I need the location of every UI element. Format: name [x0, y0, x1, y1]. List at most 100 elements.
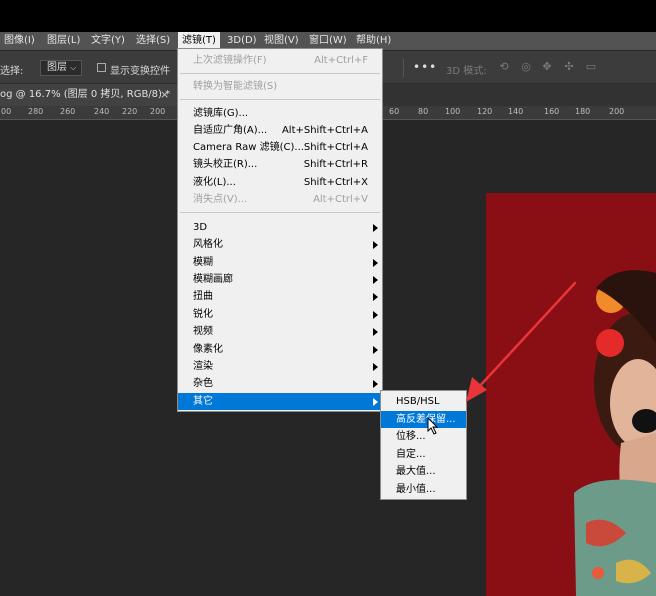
chevron-right-icon: [373, 293, 378, 301]
ruler-tick-label: 240: [94, 107, 110, 116]
drag-3d-icon[interactable]: ✥: [541, 61, 553, 73]
options-divider: [403, 59, 404, 77]
menu-item-shortcut: Alt+Shift+Ctrl+A: [281, 125, 368, 136]
menu-item-sharpen[interactable]: 锐化: [178, 306, 382, 323]
submenu-item-maximum[interactable]: 最大值...: [381, 463, 466, 480]
ruler-tick-label: 260: [60, 107, 76, 116]
menu-item-shortcut: Alt+Ctrl+F: [314, 55, 368, 66]
ruler-tick-label: 140: [508, 107, 524, 116]
menu-item-shortcut: Shift+Ctrl+A: [303, 142, 368, 153]
close-icon[interactable]: ×: [160, 88, 169, 101]
menu-item-label: 镜头校正(R)...: [193, 159, 258, 170]
chevron-right-icon: [373, 224, 378, 232]
menu-item-label: 消失点(V)...: [193, 194, 248, 205]
menu-item-blur[interactable]: 模糊: [178, 254, 382, 271]
ruler-tick-label: 200: [609, 107, 625, 116]
menu-item-label: HSB/HSL: [396, 396, 440, 407]
menu-item-label: 模糊画廊: [193, 274, 233, 285]
ruler-tick-label: 200: [150, 107, 166, 116]
menu-layer[interactable]: 图层(L): [47, 32, 80, 50]
menu-item-noise[interactable]: 杂色: [178, 375, 382, 392]
window-top-strip: [0, 0, 656, 32]
menu-select[interactable]: 选择(S): [136, 32, 170, 50]
menu-item-video[interactable]: 视频: [178, 323, 382, 340]
menu-item-label: 自定...: [396, 449, 426, 460]
menu-separator: [180, 73, 380, 74]
menu-type[interactable]: 文字(Y): [91, 32, 125, 50]
menu-item-filter-gallery[interactable]: 滤镜库(G)...: [178, 105, 382, 122]
menu-item-3d[interactable]: 3D: [178, 219, 382, 236]
menu-item-liquify[interactable]: 液化(L)... Shift+Ctrl+X: [178, 174, 382, 191]
other-submenu: HSB/HSL 高反差保留... 位移... 自定... 最大值... 最小值.…: [380, 390, 467, 500]
menu-item-label: 上次滤镜操作(F): [193, 55, 267, 66]
ruler-tick-label: 00: [1, 107, 12, 116]
menu-item-label: 其它: [193, 396, 213, 407]
mode-3d-label: 3D 模式:: [446, 66, 487, 77]
show-transform-checkbox[interactable]: [97, 63, 106, 72]
menu-item-label: 最大值...: [396, 466, 436, 477]
submenu-item-hsb-hsl[interactable]: HSB/HSL: [381, 393, 466, 410]
menu-item-other[interactable]: 其它: [178, 393, 382, 410]
chevron-right-icon: [373, 241, 378, 249]
orbit-3d-icon[interactable]: ⟲: [498, 61, 510, 73]
menu-item-shortcut: Shift+Ctrl+X: [303, 177, 368, 188]
chevron-down-icon: ⌵: [70, 63, 77, 72]
portrait-photo: [486, 193, 656, 596]
menu-item-distort[interactable]: 扭曲: [178, 288, 382, 305]
menu-item-adaptive-wide-angle[interactable]: 自适应广角(A)... Alt+Shift+Ctrl+A: [178, 122, 382, 139]
ruler-tick-label: 60: [389, 107, 400, 116]
menu-item-convert-smart-filter[interactable]: 转换为智能滤镜(S): [178, 78, 382, 95]
slide-3d-icon[interactable]: ✣: [563, 61, 575, 73]
menu-item-blur-gallery[interactable]: 模糊画廊: [178, 271, 382, 288]
ruler-tick-label: 100: [445, 107, 461, 116]
menu-item-label: 3D: [193, 222, 208, 233]
submenu-item-offset[interactable]: 位移...: [381, 428, 466, 445]
auto-select-dropdown[interactable]: 图层 ⌵: [40, 60, 82, 76]
chevron-right-icon: [373, 346, 378, 354]
auto-select-label: 选择:: [0, 66, 24, 77]
chevron-right-icon: [373, 259, 378, 267]
menu-item-lens-correction[interactable]: 镜头校正(R)... Shift+Ctrl+R: [178, 156, 382, 173]
menu-item-label: 渲染: [193, 361, 213, 372]
menu-item-label: 模糊: [193, 257, 213, 268]
menu-item-label: 杂色: [193, 378, 213, 389]
ruler-tick-label: 220: [122, 107, 138, 116]
menu-item-camera-raw[interactable]: Camera Raw 滤镜(C)... Shift+Ctrl+A: [178, 139, 382, 156]
menu-separator: [180, 99, 380, 100]
menu-item-label: Camera Raw 滤镜(C)...: [193, 142, 304, 153]
menu-item-stylize[interactable]: 风格化: [178, 236, 382, 253]
filter-menu: 上次滤镜操作(F) Alt+Ctrl+F 转换为智能滤镜(S) 滤镜库(G)..…: [177, 48, 383, 412]
chevron-right-icon: [373, 311, 378, 319]
menu-separator: [180, 212, 380, 213]
menu-item-label: 最小值...: [396, 484, 436, 495]
chevron-right-icon: [373, 398, 378, 406]
menu-item-label: 视频: [193, 326, 213, 337]
more-options-icon[interactable]: •••: [413, 60, 437, 74]
ruler-tick-label: 120: [477, 107, 493, 116]
ruler-tick-label: 80: [418, 107, 429, 116]
ruler-tick-label: 280: [28, 107, 44, 116]
document-image: [486, 193, 656, 596]
chevron-right-icon: [373, 380, 378, 388]
roll-3d-icon[interactable]: ◎: [520, 61, 532, 73]
menu-item-render[interactable]: 渲染: [178, 358, 382, 375]
menu-item-label: 转换为智能滤镜(S): [193, 81, 278, 92]
menu-item-label: 风格化: [193, 239, 223, 250]
menu-item-label: 锐化: [193, 309, 213, 320]
mouse-pointer-icon: [427, 417, 439, 435]
submenu-item-high-pass[interactable]: 高反差保留...: [381, 411, 466, 428]
menu-item-label: 位移...: [396, 431, 426, 442]
menu-item-last-filter[interactable]: 上次滤镜操作(F) Alt+Ctrl+F: [178, 52, 382, 69]
ruler-tick-label: 160: [544, 107, 560, 116]
show-transform-label: 显示变换控件: [110, 66, 170, 77]
document-tab[interactable]: og @ 16.7% (图层 0 拷贝, RGB/8) *: [0, 84, 185, 106]
scale-3d-icon[interactable]: ▭: [585, 61, 597, 73]
menu-item-pixelate[interactable]: 像素化: [178, 341, 382, 358]
chevron-right-icon: [373, 328, 378, 336]
submenu-item-custom[interactable]: 自定...: [381, 446, 466, 463]
menu-item-vanishing-point[interactable]: 消失点(V)... Alt+Ctrl+V: [178, 191, 382, 208]
menu-item-shortcut: Alt+Ctrl+V: [313, 194, 368, 205]
document-tab-title: og @ 16.7% (图层 0 拷贝, RGB/8) *: [0, 89, 171, 100]
menu-image[interactable]: 图像(I): [4, 32, 35, 50]
submenu-item-minimum[interactable]: 最小值...: [381, 481, 466, 498]
